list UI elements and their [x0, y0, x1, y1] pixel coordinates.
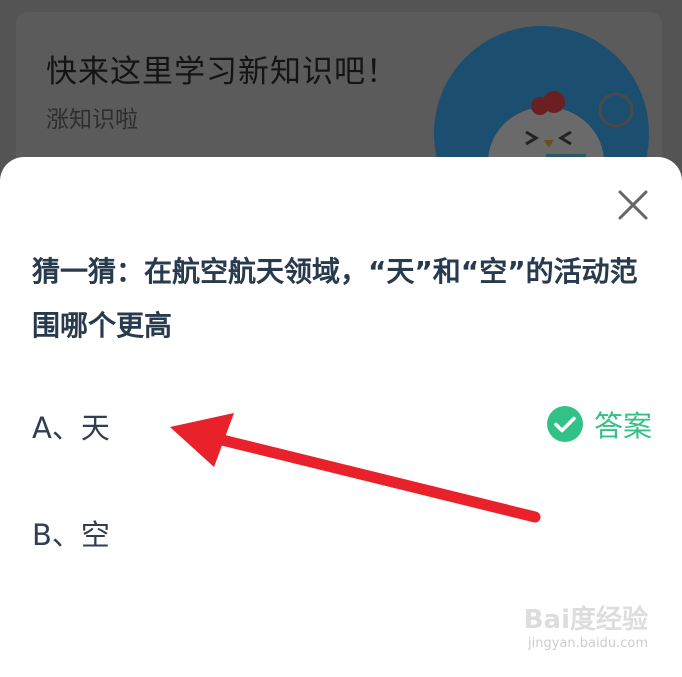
promo-title: 快来这里学习新知识吧！ [46, 54, 398, 90]
check-circle-icon [546, 406, 583, 442]
option-b-label: B、空 [32, 518, 110, 552]
baidu-watermark: Bai度经验 jingyan.baidu.com [524, 599, 648, 651]
red-arrow-annotation-icon [170, 413, 541, 523]
watermark-url: jingyan.baidu.com [528, 636, 648, 651]
close-icon[interactable] [612, 184, 654, 226]
watermark-brand: Bai度经验 [523, 605, 648, 635]
option-a-label: A、天 [32, 411, 110, 445]
answer-indicator: 答案 [546, 403, 652, 445]
promo-subtitle: 涨知识啦 [46, 107, 138, 133]
quiz-question: 猜一猜：在航空航天领域，“天”和“空”的活动范围哪个更高 [32, 255, 638, 342]
answer-label: 答案 [593, 409, 652, 443]
